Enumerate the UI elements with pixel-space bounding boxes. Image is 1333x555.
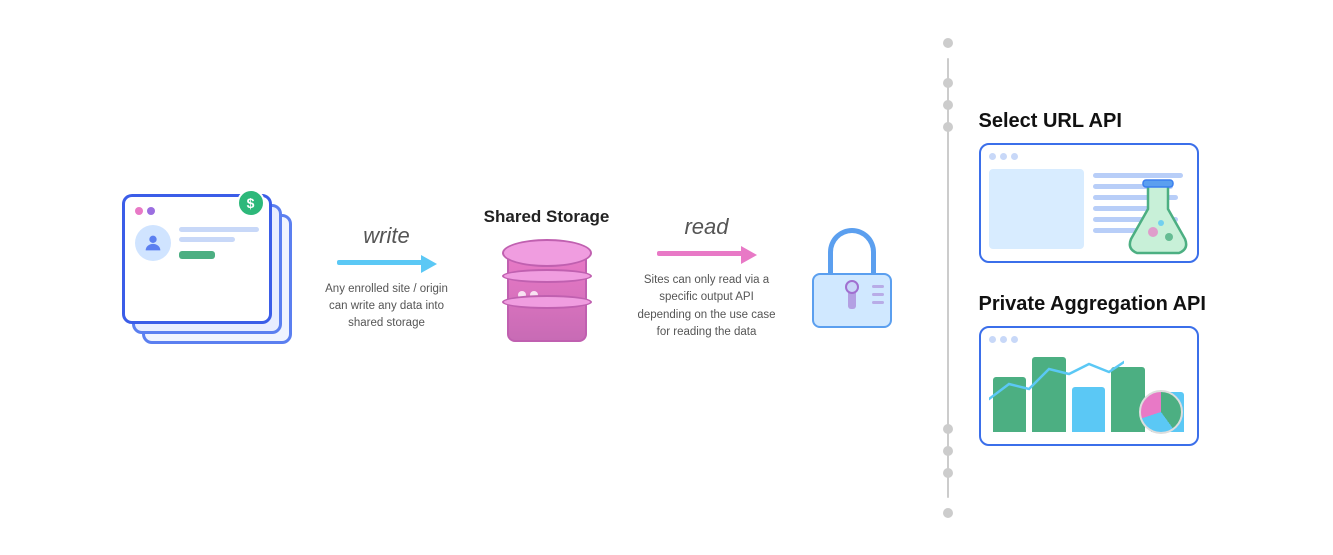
write-arrow-section: write Any enrolled site / origin can wri… [307, 223, 467, 333]
aggregation-illustration [979, 326, 1199, 446]
url-dot-2 [1000, 153, 1007, 160]
lock-line-3 [872, 301, 884, 304]
db-top [502, 239, 592, 267]
divider-dot [943, 78, 953, 88]
storage-title: Shared Storage [484, 207, 610, 227]
lock-icon [812, 228, 892, 328]
vertical-divider [947, 58, 949, 498]
cards-stack: $ [122, 194, 292, 354]
diagram-container: $ write Any enrolled site / origin can w… [67, 28, 1267, 528]
card-avatar-row [135, 225, 259, 261]
read-arrow-section: read Sites can only read via a specific … [627, 214, 787, 341]
divider-dot [943, 446, 953, 456]
lock-body [812, 273, 892, 328]
lock-lines [872, 285, 884, 304]
agg-dot-2 [1000, 336, 1007, 343]
private-aggregation-api-title: Private Aggregation API [979, 293, 1227, 316]
write-arrow [337, 253, 437, 273]
url-dot-3 [1011, 153, 1018, 160]
card-lines [179, 227, 259, 259]
db-mid1 [502, 269, 592, 283]
divider-dot [943, 424, 953, 434]
lock-line-1 [872, 285, 884, 288]
read-label: read [684, 214, 728, 240]
write-label: write [363, 223, 409, 249]
divider-dot [943, 468, 953, 478]
read-description: Sites can only read via a specific outpu… [632, 272, 782, 341]
private-aggregation-api-card: Private Aggregation API [979, 293, 1227, 446]
avatar [135, 225, 171, 261]
db-dot-3 [518, 357, 526, 365]
coin-badge: $ [237, 189, 265, 217]
divider-dots-top [943, 78, 953, 132]
agg-dots [989, 336, 1018, 343]
lock-keyhole-circle [845, 280, 859, 294]
person-icon [142, 232, 164, 254]
dot-purple [147, 207, 155, 215]
divider-dot [943, 122, 953, 132]
flask-icon [1123, 177, 1193, 257]
db-mid2 [502, 295, 592, 309]
storage-section: Shared Storage [467, 207, 627, 349]
line-chart [989, 354, 1124, 409]
database-icon [502, 239, 592, 349]
lock-section [787, 228, 917, 328]
select-url-illustration [979, 143, 1199, 263]
write-description: Any enrolled site / origin can write any… [317, 281, 457, 333]
url-content-area [989, 169, 1084, 249]
lock-keyhole-rect [848, 293, 856, 309]
divider-dot [943, 100, 953, 110]
card-line-1 [179, 227, 259, 232]
db-dot-4 [530, 357, 538, 365]
read-arrow [657, 244, 757, 264]
select-url-api-title: Select URL API [979, 110, 1227, 133]
url-dot-1 [989, 153, 996, 160]
agg-dot-3 [1011, 336, 1018, 343]
lock-shackle [828, 228, 876, 274]
pie-chart [1139, 390, 1183, 434]
url-dots [989, 153, 1018, 160]
card-front: $ [122, 194, 272, 324]
agg-dot-1 [989, 336, 996, 343]
dot-pink [135, 207, 143, 215]
right-panel: Select URL API [979, 100, 1227, 456]
card-button [179, 251, 215, 259]
enrolled-site-section: $ [107, 194, 307, 362]
select-url-api-card: Select URL API [979, 110, 1227, 263]
divider-dots-bottom [943, 424, 953, 478]
lock-keyhole [841, 280, 863, 312]
card-line-2 [179, 237, 235, 242]
lock-line-2 [872, 293, 884, 296]
